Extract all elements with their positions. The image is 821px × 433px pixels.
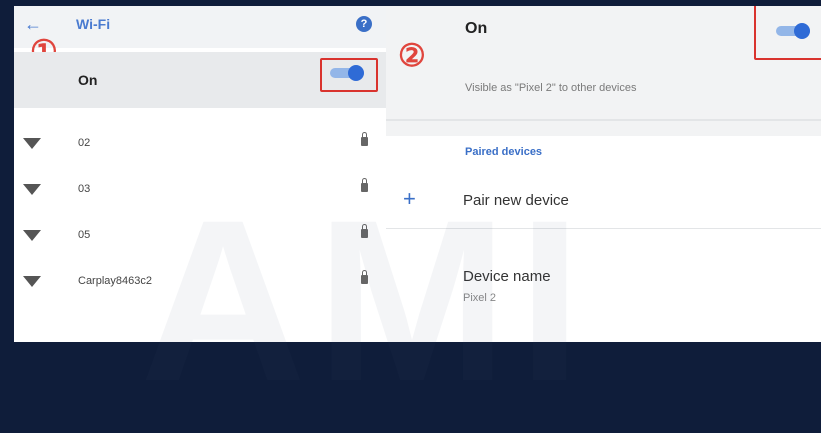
wifi-title: Wi-Fi	[76, 16, 111, 32]
divider	[386, 119, 821, 121]
network-name: 03	[78, 183, 91, 195]
pair-new-device-button[interactable]: Pair new device	[463, 192, 569, 209]
plus-icon[interactable]: +	[403, 186, 416, 212]
network-row[interactable]: 03	[14, 167, 386, 213]
wifi-signal-icon	[23, 184, 41, 195]
wifi-signal-icon	[23, 276, 41, 287]
network-name: Carplay8463c2	[78, 275, 152, 287]
network-name: 05	[78, 229, 91, 241]
back-arrow-icon[interactable]: ←	[24, 14, 42, 35]
device-name-value: Pixel 2	[463, 292, 497, 304]
help-icon[interactable]: ?	[356, 16, 372, 32]
paired-devices-header: Paired devices	[465, 146, 543, 158]
lock-icon	[361, 178, 368, 192]
lock-icon	[361, 132, 368, 146]
bluetooth-on-label: On	[465, 20, 488, 37]
device-name-label[interactable]: Device name	[463, 268, 551, 285]
visibility-text: Visible as "Pixel 2" to other devices	[465, 82, 637, 94]
wifi-settings-panel: ← Wi-Fi ? ① On 02 03 05 Carplay8463c2	[14, 6, 386, 342]
wifi-on-label: On	[78, 72, 98, 88]
bluetooth-settings-panel: ② On Visible as "Pixel 2" to other devic…	[386, 6, 821, 342]
wifi-signal-icon	[23, 230, 41, 241]
wifi-signal-icon	[23, 138, 41, 149]
network-row[interactable]: 05	[14, 213, 386, 259]
step-two-label: ②	[398, 38, 426, 73]
wifi-header: ← Wi-Fi ?	[14, 6, 386, 48]
bluetooth-toggle-switch[interactable]	[776, 23, 810, 39]
network-name: 02	[78, 137, 91, 149]
wifi-toggle-switch[interactable]	[330, 65, 364, 81]
network-row[interactable]: Carplay8463c2	[14, 259, 386, 305]
lock-icon	[361, 224, 368, 238]
divider	[386, 228, 821, 229]
lock-icon	[361, 270, 368, 284]
network-row[interactable]: 02	[14, 121, 386, 167]
